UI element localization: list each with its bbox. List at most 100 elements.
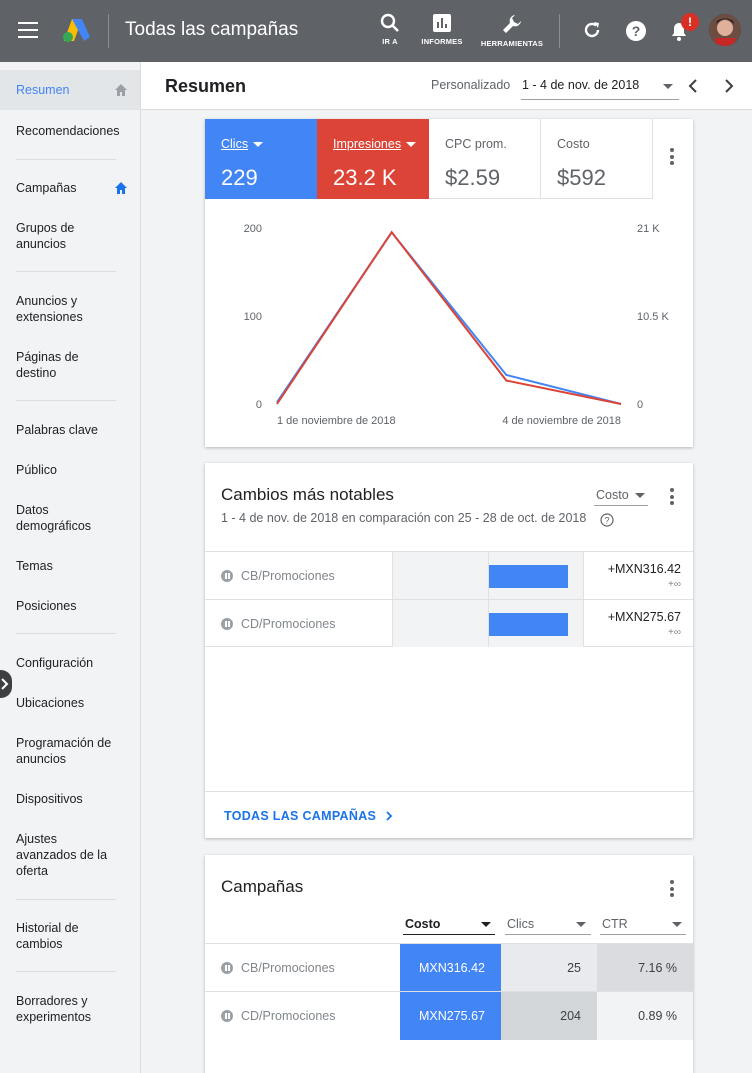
top-app-bar: Todas las campañas IR A INFORMES HERRAMI… [0, 0, 752, 62]
next-period-icon[interactable] [723, 78, 735, 94]
nav-divider [16, 159, 116, 160]
campaign-name[interactable]: CB/Promociones [241, 569, 335, 583]
tools-label: HERRAMIENTAS [480, 39, 544, 48]
sidebar-item-label: Datos demográficos [16, 503, 92, 533]
sidebar-item-historial[interactable]: Historial de cambios [0, 920, 100, 952]
metric-value: $592 [557, 165, 606, 190]
chevron-down-icon[interactable] [672, 922, 682, 927]
series-line-impresiones [276, 230, 622, 405]
sidebar-item-label: Público [16, 463, 57, 477]
chevron-down-icon [253, 142, 264, 148]
chevron-down-icon[interactable] [576, 922, 586, 927]
y-right-tick-label: 0 [637, 399, 643, 411]
sidebar-item-temas[interactable]: Temas [0, 558, 140, 574]
sidebar-item-anuncios[interactable]: Anuncios y extensiones [0, 293, 100, 325]
metric-clics[interactable]: Clics 229 [205, 119, 317, 199]
more-options-icon[interactable] [670, 148, 674, 168]
sidebar-item-programacion[interactable]: Programación de anuncios [0, 735, 130, 767]
sidebar-item-ubicaciones[interactable]: Ubicaciones [0, 695, 140, 711]
sidebar-item-label: Resumen [16, 83, 70, 97]
column-header-ctr[interactable]: CTR [602, 917, 628, 931]
sidebar-item-borradores[interactable]: Borradores y experimentos [0, 993, 110, 1025]
refresh-icon[interactable] [582, 20, 602, 40]
x-tick-label: 1 de noviembre de 2018 [277, 415, 396, 427]
select-underline [594, 505, 648, 506]
sidebar-item-publico[interactable]: Público [0, 462, 140, 478]
sidebar-item-resumen[interactable]: Resumen [0, 70, 140, 110]
change-percent: +∞ [668, 627, 681, 638]
goto-tool[interactable]: IR A [378, 13, 402, 46]
wrench-icon [503, 15, 521, 33]
page-title: Resumen [165, 76, 247, 96]
column-header-label: Costo [405, 917, 441, 931]
sidebar-item-posiciones[interactable]: Posiciones [0, 598, 140, 614]
metric-label[interactable]: Impresiones [333, 137, 417, 151]
sidebar-item-dispositivos[interactable]: Dispositivos [0, 791, 140, 807]
column-header-clics[interactable]: Clics [507, 917, 534, 931]
avatar[interactable] [709, 14, 741, 46]
change-bar-area [392, 552, 584, 599]
sidebar-item-paginas[interactable]: Páginas de destino [0, 349, 90, 381]
all-campaigns-link[interactable]: TODAS LAS CAMPAÑAS [224, 809, 393, 823]
paused-status-icon [221, 962, 233, 974]
change-value: +MXN275.67 [607, 610, 681, 624]
more-options-icon[interactable] [670, 488, 674, 508]
chevron-down-icon [406, 142, 417, 148]
chevron-down-icon[interactable] [663, 84, 673, 89]
change-bar [489, 613, 568, 636]
previous-period-icon[interactable] [687, 78, 699, 94]
sidebar-item-label: Historial de cambios [16, 921, 79, 951]
reports-tool[interactable]: INFORMES [419, 13, 465, 46]
campaign-name[interactable]: CD/Promociones [241, 1009, 335, 1023]
chevron-right-icon [1, 678, 9, 690]
sidebar-item-label: Anuncios y extensiones [16, 294, 83, 324]
campaign-name[interactable]: CB/Promociones [241, 961, 335, 975]
google-ads-logo[interactable] [62, 17, 92, 43]
table-row[interactable]: CD/Promociones MXN275.67 204 0.89 % [205, 991, 693, 1040]
date-range-select[interactable]: 1 - 4 de nov. de 2018 [522, 78, 639, 92]
topbar-divider [559, 14, 560, 48]
column-header-costo[interactable]: Costo [405, 917, 440, 931]
cell-ctr: 0.89 % [597, 992, 693, 1040]
metric-impresiones[interactable]: Impresiones 23.2 K [317, 119, 429, 199]
metric-value: 23.2 K [333, 165, 397, 190]
sidebar-item-recomendaciones[interactable]: Recomendaciones [0, 123, 140, 139]
sidebar-item-campanas[interactable]: Campañas [0, 180, 140, 196]
sidebar-item-label: Páginas de destino [16, 350, 79, 380]
sidebar-item-palabras[interactable]: Palabras clave [0, 422, 140, 438]
date-range-underline [521, 99, 679, 100]
comparison-subtitle: 1 - 4 de nov. de 2018 en comparación con… [221, 511, 587, 525]
column-header-label: CTR [602, 917, 628, 931]
tools-tool[interactable]: HERRAMIENTAS [480, 13, 544, 48]
hamburger-menu-icon[interactable] [18, 22, 38, 40]
reports-label: INFORMES [421, 37, 463, 46]
help-icon[interactable]: ? [625, 20, 647, 42]
search-icon [380, 13, 399, 32]
sidebar-item-configuracion[interactable]: Configuración [0, 655, 140, 671]
sidebar-item-grupos[interactable]: Grupos de anuncios [0, 220, 100, 252]
metric-select[interactable]: Costo [596, 488, 645, 502]
campaign-name[interactable]: CD/Promociones [241, 617, 335, 631]
sidebar-item-ajustes[interactable]: Ajustes avanzados de la oferta [0, 831, 118, 879]
sidebar-item-demograficos[interactable]: Datos demográficos [0, 502, 110, 534]
cell-clics: 25 [501, 944, 597, 992]
x-tick-label: 4 de noviembre de 2018 [502, 415, 621, 427]
sidebar-item-label: Borradores y experimentos [16, 994, 92, 1024]
nav-divider [16, 633, 116, 634]
metric-cpc[interactable]: CPC prom. $2.59 [429, 119, 541, 199]
y-right-tick-label: 10.5 K [637, 311, 669, 323]
metric-label[interactable]: Clics [221, 137, 264, 151]
campaigns-card: Campañas Costo Clics CTR CB/Promociones … [205, 855, 693, 1073]
help-circle-icon[interactable]: ? [600, 513, 614, 527]
table-row[interactable]: CB/Promociones +MXN316.42 +∞ [205, 551, 693, 599]
table-row[interactable]: CD/Promociones +MXN275.67 +∞ [205, 599, 693, 647]
more-options-icon[interactable] [670, 880, 674, 900]
card-title: Cambios más notables [221, 485, 394, 504]
card-footer-divider [205, 791, 693, 792]
column-underline [403, 934, 495, 935]
y-left-tick-label: 0 [256, 399, 262, 411]
sort-descending-icon[interactable] [481, 922, 491, 927]
metric-label: Costo [557, 137, 590, 151]
metric-costo[interactable]: Costo $592 [541, 119, 653, 199]
table-row[interactable]: CB/Promociones MXN316.42 25 7.16 % [205, 943, 693, 992]
